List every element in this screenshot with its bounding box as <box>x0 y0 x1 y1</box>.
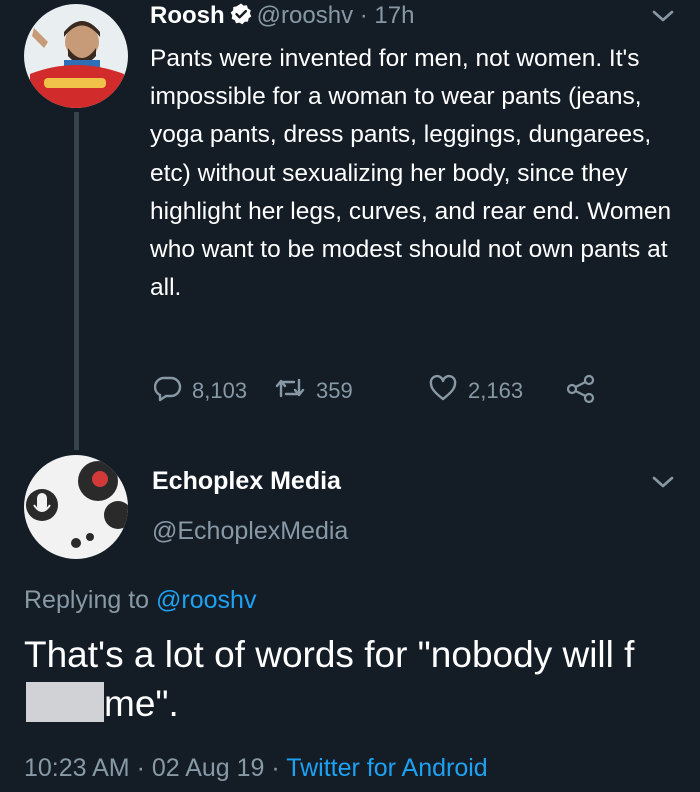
chevron-down-icon[interactable] <box>650 472 676 497</box>
reply-count: 8,103 <box>192 378 248 403</box>
tweet-timestamp[interactable]: 10:23 AM · 02 Aug 19 · <box>24 754 286 782</box>
censor-block <box>26 682 104 722</box>
tweet-text-part: That's a lot of words for "nobody will f <box>24 634 635 675</box>
reply-button[interactable]: 8,103 <box>153 374 248 408</box>
author-name[interactable]: Echoplex Media <box>152 467 341 496</box>
tweet-text: That's a lot of words for "nobody will f… <box>24 630 684 728</box>
avatar[interactable] <box>24 4 128 108</box>
thread-connector-line <box>74 112 79 450</box>
share-button[interactable] <box>566 374 606 410</box>
share-icon <box>566 374 606 410</box>
tweet-time[interactable]: 17h <box>374 2 414 29</box>
client-link[interactable]: Twitter for Android <box>286 754 487 782</box>
tweet-text: Pants were invented for men, not women. … <box>150 45 672 302</box>
chevron-down-icon[interactable] <box>650 6 676 31</box>
like-button[interactable]: 2,163 <box>428 374 523 408</box>
like-count: 2,163 <box>468 378 524 403</box>
retweet-count: 359 <box>316 378 353 403</box>
reply-icon <box>153 374 192 408</box>
author-handle[interactable]: @EchoplexMedia <box>152 517 348 546</box>
tweet-actions: 8,103 359 2,163 <box>150 374 610 410</box>
tweet-text-part: me". <box>104 683 179 724</box>
heart-icon <box>428 374 468 408</box>
retweet-button[interactable]: 359 <box>274 374 353 408</box>
tweet-header: Roosh @rooshv · 17h <box>150 0 414 35</box>
tweet-footer: 10:23 AM · 02 Aug 19 · Twitter for Andro… <box>24 754 488 783</box>
avatar[interactable] <box>24 455 128 559</box>
mention-link[interactable]: @rooshv <box>156 586 256 614</box>
retweet-icon <box>274 374 316 408</box>
replying-prefix: Replying to <box>24 586 157 614</box>
verified-badge-icon <box>229 2 253 35</box>
separator-dot: · <box>359 2 368 29</box>
author-handle[interactable]: @rooshv <box>257 2 353 29</box>
replying-to: Replying to @rooshv <box>24 586 256 615</box>
author-name[interactable]: Roosh <box>150 2 225 29</box>
